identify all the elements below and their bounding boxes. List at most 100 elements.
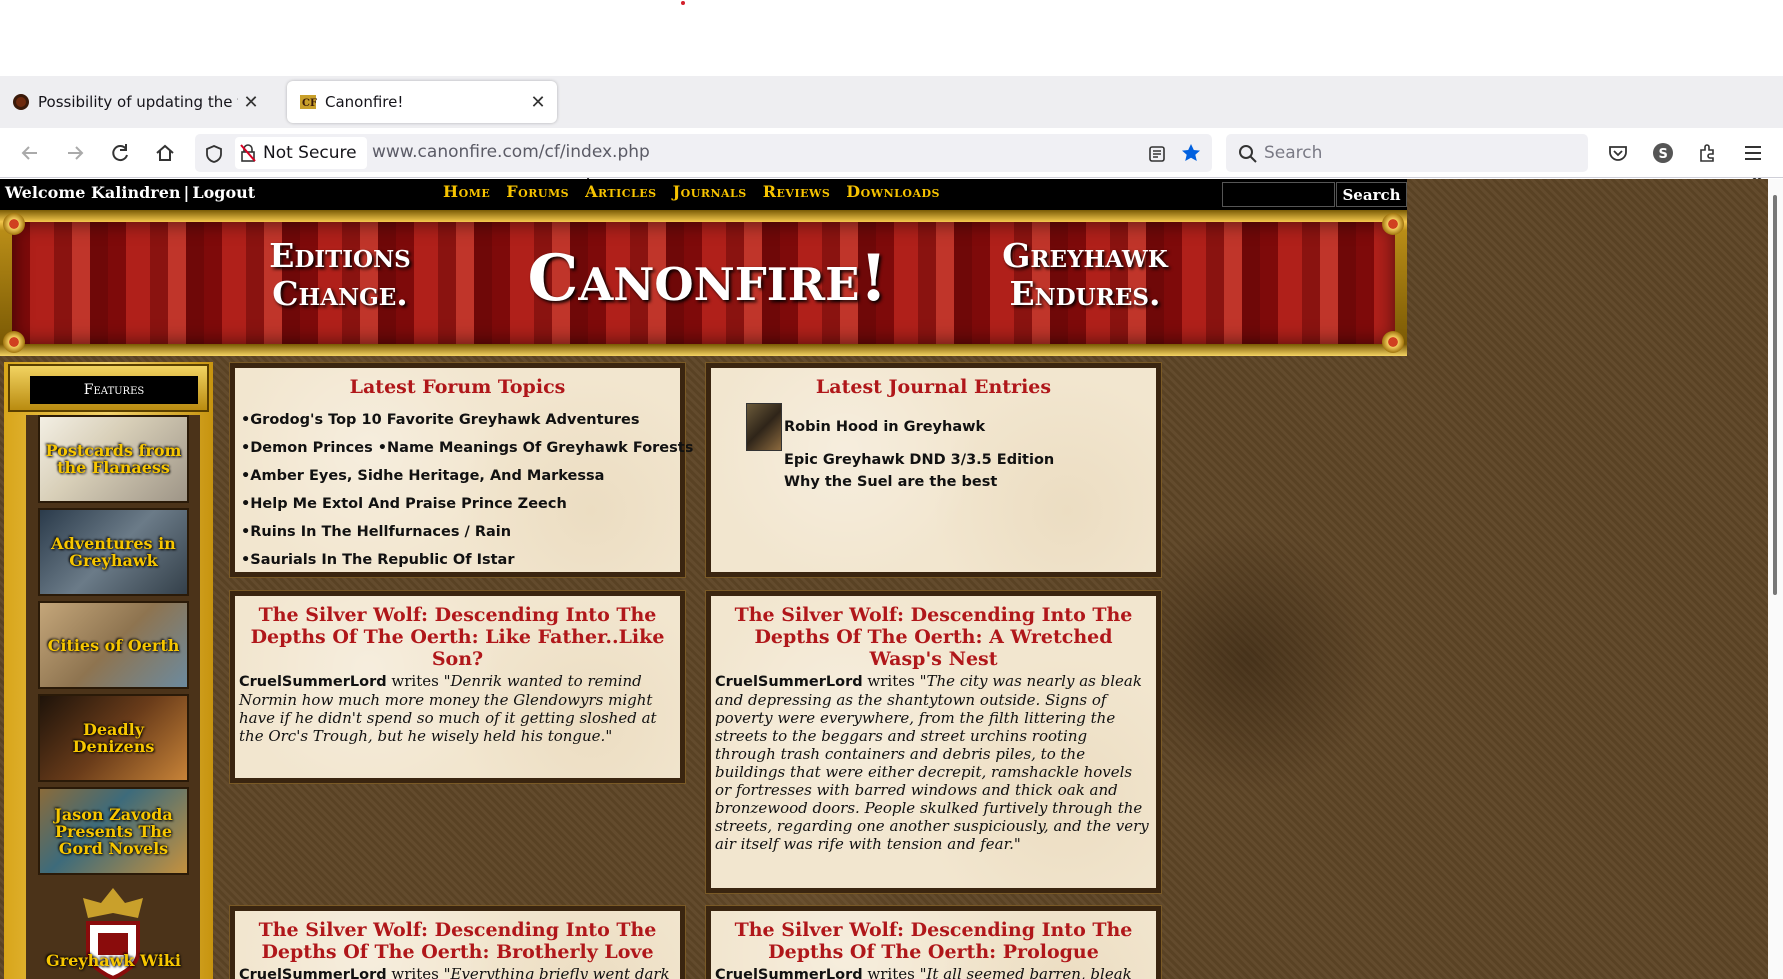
window-top-area [0,0,1783,76]
home-icon[interactable] [154,142,176,164]
account-avatar-icon[interactable]: S [1652,142,1674,164]
forum-topic-link[interactable]: •Ruins In The Hellfurnaces / Rain [241,518,680,546]
nav-forums[interactable]: Forums [506,182,569,201]
hamburger-menu-icon[interactable] [1742,142,1764,164]
bookmark-star-icon[interactable] [1180,142,1202,164]
url-text[interactable]: www.canonfire.com/cf/index.php [372,142,650,162]
tab-forum[interactable]: Possibility of updating the forum ✕ [0,81,270,123]
forum-topic-list: •Grodog's Top 10 Favorite Greyhawk Adven… [235,406,693,574]
feature-label: Adventures in Greyhawk [51,534,176,570]
nav-reviews[interactable]: Reviews [763,182,831,201]
tab-canonfire[interactable]: CF Canonfire! ✕ [287,81,557,123]
journal-author-avatar[interactable] [746,403,782,451]
forum-topic-link[interactable]: •Demon Princes •Name Meanings Of Greyhaw… [241,434,693,462]
article-author-link[interactable]: CruelSummerLord [715,674,863,690]
forum-topic-link[interactable]: •Help Me Extol And Praise Prince Zeech [241,490,680,518]
article-title-link[interactable]: The Silver Wolf: Descending Into The Dep… [235,596,680,672]
site-logo[interactable]: Canonfire! [500,238,915,320]
welcome-area: Welcome Kalindren | Logout [5,183,255,202]
feature-label: Postcards from the Flanaess [45,441,182,477]
features-heading: Features [30,376,198,404]
article-byline: CruelSummerLord writes "Everything brief… [235,965,680,979]
site-security-button[interactable]: Not Secure [235,137,367,169]
browser-search-box[interactable] [1226,134,1588,172]
article-verb: writes [867,672,915,690]
extensions-icon[interactable] [1697,142,1719,164]
article-title-link[interactable]: The Silver Wolf: Descending Into The Dep… [235,911,680,965]
site-search-input[interactable] [1222,182,1335,207]
article-excerpt: "The city was nearly as bleak and depres… [715,672,1149,853]
nav-home[interactable]: Home [443,182,490,201]
browser-search-input[interactable] [1264,142,1564,164]
journal-entry-link[interactable]: Robin Hood in Greyhawk [784,416,985,438]
welcome-separator: | [183,183,190,202]
journal-entry-link[interactable]: Why the Suel are the best [784,471,997,493]
tracking-protection-shield-icon[interactable] [204,144,224,164]
feature-gord-novels[interactable]: Jason Zavoda Presents The Gord Novels [38,787,189,875]
article-author-link[interactable]: CruelSummerLord [715,967,863,979]
feature-greyhawk-wiki[interactable]: Greyhawk Wiki [38,883,189,979]
navigation-toolbar: Not Secure www.canonfire.com/cf/index.ph… [0,128,1783,178]
pocket-icon[interactable] [1607,142,1629,164]
back-icon[interactable] [19,142,41,164]
article-card: The Silver Wolf: Descending Into The Dep… [229,590,686,784]
banner-corner-ornament [3,331,25,353]
nav-journals[interactable]: Journals [673,182,747,201]
tab-favicon-icon [13,94,29,110]
recording-indicator [681,1,685,5]
banner-right-line2: Endures. [1009,274,1161,313]
forum-topic-link[interactable]: •Amber Eyes, Sidhe Heritage, And Markess… [241,462,680,490]
banner-left-text: Editions Change. [245,237,435,313]
page-scrollbar[interactable] [1768,179,1783,979]
article-verb: writes [391,672,439,690]
banner-left-line1: Editions [269,236,411,275]
reload-icon[interactable] [109,142,131,164]
article-card: The Silver Wolf: Descending Into The Dep… [229,905,686,979]
tab-strip: Possibility of updating the forum ✕ CF C… [0,76,1783,188]
main-nav: Home Forums Articles Journals Reviews Do… [443,182,940,201]
article-excerpt: "It all seemed barren, bleak [919,965,1132,979]
forum-topic-link[interactable]: •Grodog's Top 10 Favorite Greyhawk Adven… [241,406,680,434]
article-byline: CruelSummerLord writes "It all seemed ba… [711,965,1156,979]
scrollbar-thumb[interactable] [1773,195,1777,595]
reader-view-icon[interactable] [1147,144,1167,164]
address-bar[interactable]: Not Secure www.canonfire.com/cf/index.ph… [195,134,1212,172]
close-tab-icon[interactable]: ✕ [240,91,262,113]
article-title-link[interactable]: The Silver Wolf: Descending Into The Dep… [711,596,1156,672]
page-viewport: Welcome Kalindren | Logout Home Forums Art… [0,179,1783,979]
article-author-link[interactable]: CruelSummerLord [239,967,387,979]
forum-panel-title: Latest Forum Topics [349,376,566,398]
tab-title: Possibility of updating the forum [38,93,238,111]
feature-cities[interactable]: Cities of Oerth [38,601,189,689]
tab-title: Canonfire! [325,93,404,111]
article-verb: writes [867,965,915,979]
search-icon [1239,145,1257,163]
journal-entry-link[interactable]: Epic Greyhawk DND 3/3.5 Edition [784,449,1054,471]
article-title-link[interactable]: The Silver Wolf: Descending Into The Dep… [711,911,1156,965]
feature-postcards[interactable]: Postcards from the Flanaess [38,415,189,503]
banner-corner-ornament [1382,331,1404,353]
feature-label: Greyhawk Wiki [46,951,181,970]
site-search-button[interactable]: Search [1336,182,1407,207]
banner-corner-ornament [1382,213,1404,235]
features-header: Features [8,364,209,412]
banner-left-line2: Change. [272,274,408,313]
site-topbar: Welcome Kalindren | Logout Home Forums Art… [0,179,1407,210]
article-card: The Silver Wolf: Descending Into The Dep… [705,590,1162,894]
welcome-text: Welcome Kalindren [5,183,181,202]
close-tab-icon[interactable]: ✕ [527,91,549,113]
article-byline: CruelSummerLord writes "Denrik wanted to… [235,672,680,745]
nav-articles[interactable]: Articles [585,182,657,201]
forward-icon[interactable] [64,142,86,164]
forum-topic-link[interactable]: •Saurials In The Republic Of Istar [241,546,680,574]
latest-forum-panel: Latest Forum Topics •Grodog's Top 10 Fav… [229,362,693,578]
features-sidebar: Features Postcards from the Flanaess Adv… [4,362,213,979]
article-author-link[interactable]: CruelSummerLord [239,674,387,690]
logout-link[interactable]: Logout [192,183,255,202]
tab-favicon-icon: CF [300,95,317,109]
banner-right-text: Greyhawk Endures. [975,237,1195,313]
feature-denizens[interactable]: Deadly Denizens [38,694,189,782]
feature-adventures[interactable]: Adventures in Greyhawk [38,508,189,596]
account-initial: S [1659,147,1668,162]
nav-downloads[interactable]: Downloads [846,182,940,201]
